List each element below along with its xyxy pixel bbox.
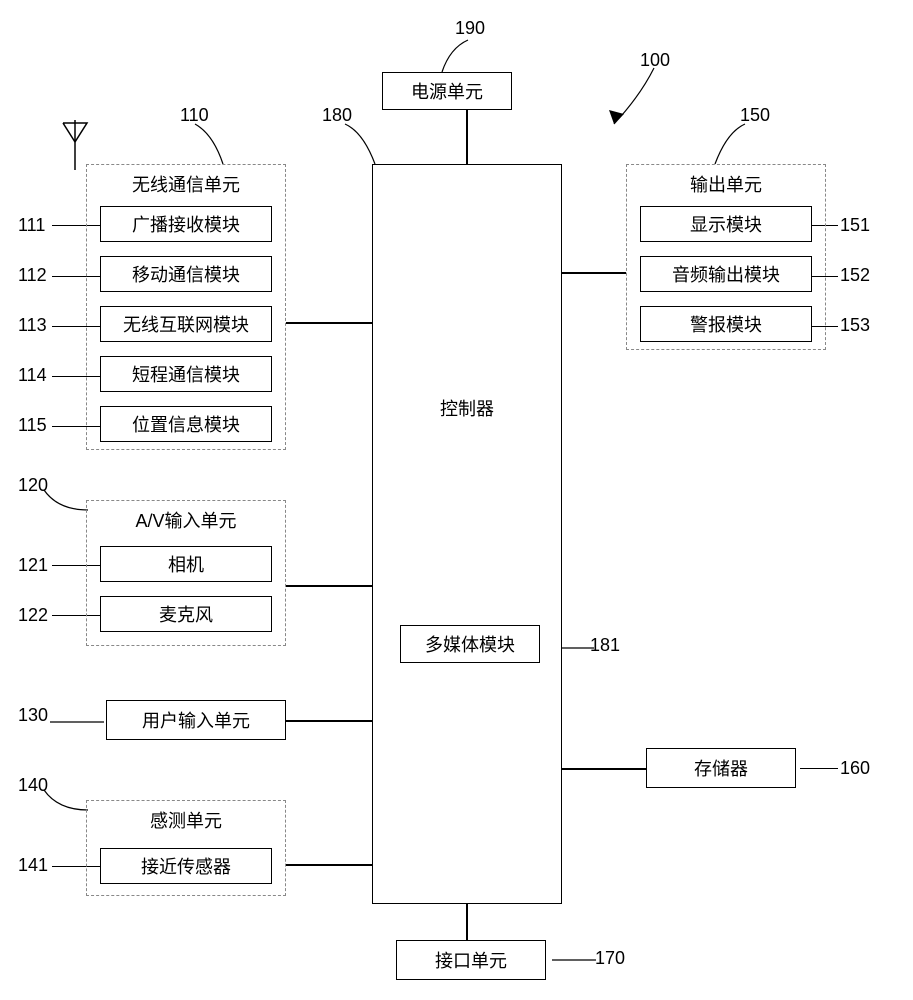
conn-ctrl-output: [562, 272, 626, 274]
block-controller: 控制器: [372, 164, 562, 904]
output-title: 输出单元: [627, 171, 825, 197]
ref-122: 122: [18, 605, 48, 626]
conn-power-ctrl: [466, 110, 468, 164]
block-interface: 接口单元: [396, 940, 546, 980]
block-power: 电源单元: [382, 72, 512, 110]
block-short-range: 短程通信模块: [100, 356, 272, 392]
conn-av-ctrl: [286, 585, 372, 587]
block-wireless-net: 无线互联网模块: [100, 306, 272, 342]
sensing-title: 感测单元: [87, 807, 285, 833]
block-location: 位置信息模块: [100, 406, 272, 442]
controller-label: 控制器: [440, 395, 494, 421]
leader-170: [550, 952, 600, 970]
ref-152: 152: [840, 265, 870, 286]
conn-ctrl-memory: [562, 768, 646, 770]
ref-113: 113: [18, 315, 47, 336]
block-proximity: 接近传感器: [100, 848, 272, 884]
leader-160: [800, 768, 838, 769]
block-display: 显示模块: [640, 206, 812, 242]
leader-130: [48, 712, 108, 730]
leader-180: [335, 122, 385, 170]
ref-160: 160: [840, 758, 870, 779]
ref-130: 130: [18, 705, 48, 726]
leader-100: [600, 66, 680, 146]
ref-151: 151: [840, 215, 870, 236]
ref-121: 121: [18, 555, 48, 576]
block-camera: 相机: [100, 546, 272, 582]
av-title: A/V输入单元: [87, 507, 285, 533]
conn-sense-ctrl: [286, 864, 372, 866]
leader-150: [705, 122, 755, 170]
ref-153: 153: [840, 315, 870, 336]
ref-190: 190: [455, 18, 485, 39]
ref-111: 111: [18, 215, 45, 236]
wireless-title: 无线通信单元: [87, 171, 285, 197]
block-mic: 麦克风: [100, 596, 272, 632]
block-alarm: 警报模块: [640, 306, 812, 342]
block-user-input: 用户输入单元: [106, 700, 286, 740]
conn-userinput-ctrl: [286, 720, 372, 722]
ref-141: 141: [18, 855, 48, 876]
ref-115: 115: [18, 415, 47, 436]
conn-ctrl-interface: [466, 904, 468, 940]
block-broadcast: 广播接收模块: [100, 206, 272, 242]
block-mobile-comm: 移动通信模块: [100, 256, 272, 292]
block-multimedia: 多媒体模块: [400, 625, 540, 663]
ref-112: 112: [18, 265, 47, 286]
block-memory: 存储器: [646, 748, 796, 788]
diagram-canvas: 190 100 110 180 150 111 112 113 114 115 …: [0, 0, 913, 1000]
block-audio-out: 音频输出模块: [640, 256, 812, 292]
ref-114: 114: [18, 365, 47, 386]
conn-wireless-ctrl: [286, 322, 372, 324]
